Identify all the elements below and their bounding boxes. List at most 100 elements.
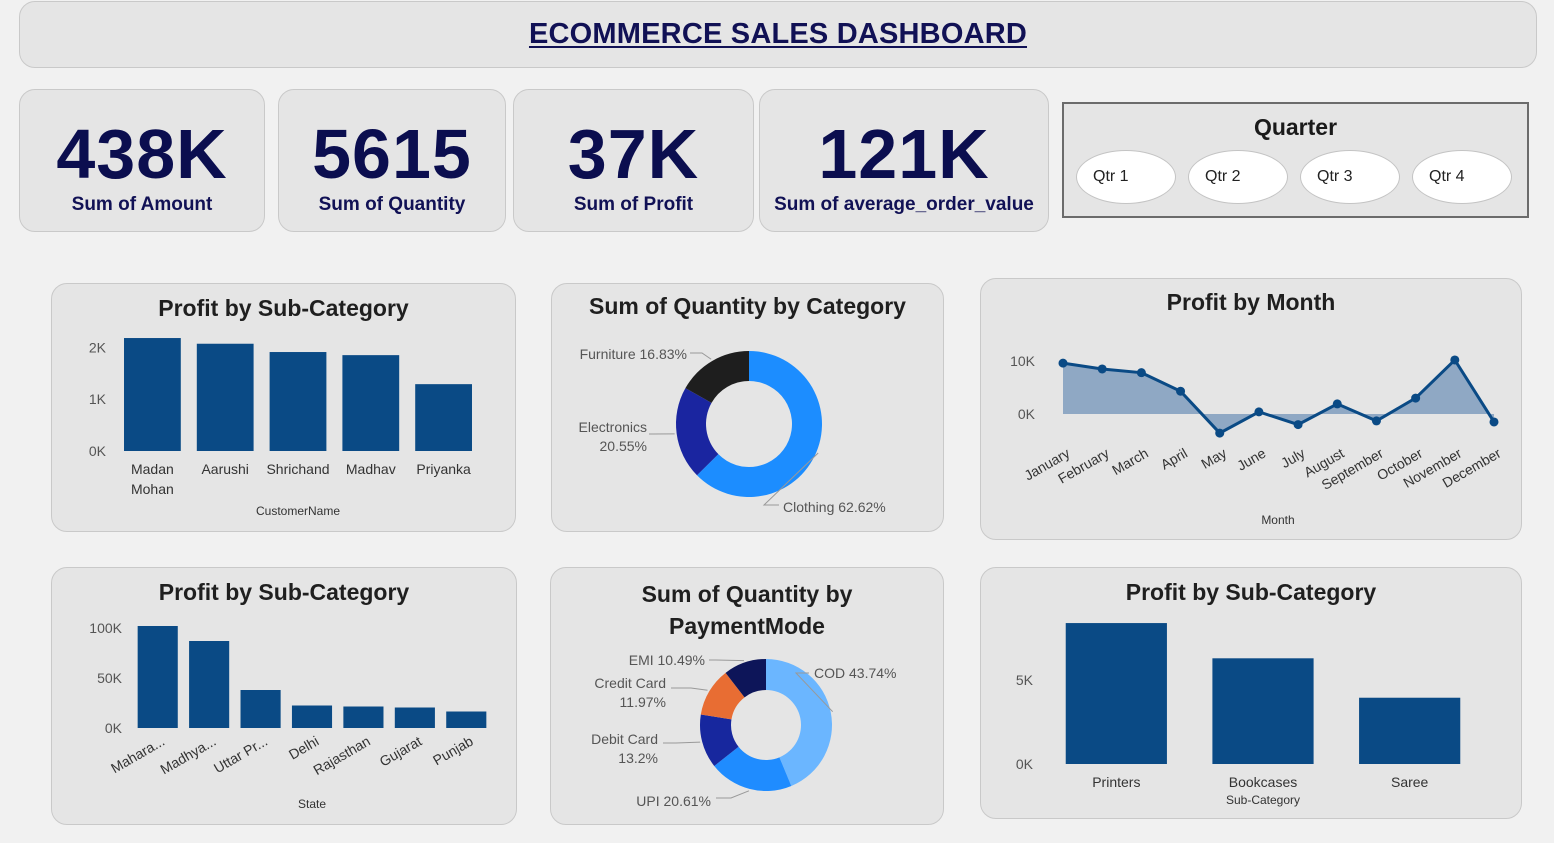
dashboard-title: ECOMMERCE SALES DASHBOARD	[528, 18, 1028, 50]
x-axis-label: Month	[1261, 513, 1294, 527]
data-label: Furniture 16.83%	[580, 346, 687, 362]
data-point	[1176, 386, 1186, 396]
x-tick-label: Madhav	[346, 461, 396, 477]
data-point	[1411, 393, 1421, 403]
data-point	[1097, 364, 1107, 374]
bar	[196, 343, 254, 451]
kpi-label: Sum of average_order_value	[774, 194, 1034, 215]
x-tick-label: Saree	[1391, 774, 1429, 790]
customer-bar-chart: 0K 1K 2K Madan Mohan Aarushi Shrichand Madhav Pr…	[89, 338, 472, 518]
quarter-slicer: Quarter Qtr 1 Qtr 2 Qtr 3 Qtr 4	[1062, 102, 1529, 218]
bar	[189, 641, 230, 728]
x-tick-label: Printers	[1092, 774, 1140, 790]
y-tick-label: 5K	[1016, 672, 1034, 688]
data-label: Clothing 62.62%	[783, 499, 886, 515]
x-tick-label: Priyanka	[416, 461, 471, 477]
bar	[342, 355, 400, 451]
x-tick-label: Bookcases	[1229, 774, 1297, 790]
data-label: 11.97%	[620, 694, 666, 710]
kpi-label: Sum of Amount	[71, 194, 213, 215]
x-axis-label: Sub-Category	[1226, 793, 1300, 807]
bar	[1359, 697, 1461, 764]
x-tick-label: Gujarat	[377, 733, 425, 770]
data-label: Electronics	[579, 419, 647, 435]
bar	[343, 706, 384, 728]
y-tick-label: 0K	[89, 443, 107, 459]
subcategory-bar-chart: 0K 5K Printers Bookcases Saree Sub-Category	[1016, 623, 1461, 807]
bar	[124, 338, 181, 451]
y-tick-label: 0K	[105, 720, 123, 736]
x-axis-label: State	[298, 797, 326, 811]
slicer-option-qtr-3[interactable]: Qtr 3	[1300, 150, 1400, 204]
category-donut-chart: Clothing 62.62% Electronics 20.55% Furnitur…	[579, 346, 886, 515]
slicer-title: Quarter	[1253, 114, 1338, 140]
kpi-value: 438K	[56, 115, 228, 193]
chart-card-category: Sum of Quantity by Category Clothing 62.…	[551, 283, 944, 532]
slicer-option-qtr-4[interactable]: Qtr 4	[1412, 150, 1512, 204]
data-label: UPI 20.61%	[636, 793, 711, 809]
slicer-option-qtr-2[interactable]: Qtr 2	[1188, 150, 1288, 204]
y-tick-label: 1K	[89, 391, 107, 407]
data-label: Credit Card	[594, 675, 666, 691]
x-tick-label: Mahara...	[108, 733, 167, 776]
x-tick-label: Punjab	[430, 733, 476, 769]
y-tick-label: 2K	[89, 339, 107, 355]
bar	[394, 707, 435, 728]
x-tick-label: Mohan	[131, 481, 174, 497]
month-area-chart: 0K10KJanuaryFebruaryMarch April May June Jul…	[1010, 353, 1504, 527]
x-tick-label: Madan	[131, 461, 174, 477]
bar	[1065, 623, 1167, 764]
chart-card-customer: Profit by Sub-Category 0K 1K 2K Madan Mohan A…	[51, 283, 516, 532]
data-label: 13.2%	[618, 750, 658, 766]
kpi-label: Sum of Quantity	[318, 194, 466, 215]
chart-card-state: Profit by Sub-Category 0K 50K 100K Mahara..…	[51, 567, 517, 825]
x-tick-label: April	[1158, 445, 1190, 473]
leader-line	[663, 741, 701, 744]
bar	[240, 690, 281, 728]
data-point	[1058, 358, 1068, 368]
data-point	[1254, 407, 1264, 417]
kpi-label: Sum of Profit	[573, 194, 694, 215]
x-tick-label: Delhi	[286, 733, 322, 763]
kpi-value: 5615	[312, 115, 472, 193]
kpi-card-quantity: 5615 Sum of Quantity	[278, 89, 506, 232]
leader-line	[716, 790, 750, 799]
kpi-card-aov: 121K Sum of average_order_value	[759, 89, 1049, 232]
x-tick-label: March	[1109, 445, 1151, 478]
chart-card-month: Profit by Month 0K 10K January February Marc…	[980, 278, 1522, 540]
y-tick-label: 100K	[89, 620, 122, 636]
y-tick-label: 0K	[1016, 756, 1034, 772]
leader-line	[709, 659, 745, 662]
y-tick-label: 10K	[1010, 353, 1036, 369]
dashboard-header: ECOMMERCE SALES DASHBOARD	[19, 1, 1537, 68]
kpi-card-amount: 438K Sum of Amount	[19, 89, 265, 232]
x-tick-label: June	[1234, 445, 1268, 474]
bar	[137, 626, 178, 728]
data-label: COD 43.74%	[814, 665, 896, 681]
x-axis-label: CustomerName	[256, 504, 340, 518]
x-tick-label: Uttar Pr...	[211, 733, 270, 776]
leader-line	[671, 687, 708, 691]
bar	[415, 384, 472, 451]
data-point	[1293, 420, 1303, 430]
data-point	[1371, 416, 1381, 426]
payment-donut-chart: COD 43.74% UPI 20.61% Debit Card 13.2% Credi…	[591, 652, 896, 809]
data-point	[1489, 417, 1499, 427]
y-tick-label: 50K	[97, 670, 123, 686]
bar	[291, 705, 333, 728]
bar	[269, 352, 327, 451]
leader-line	[690, 352, 712, 360]
data-label: 20.55%	[600, 438, 647, 454]
state-bar-chart: 0K 50K 100K Mahara...Madhya...Uttar Pr... De…	[89, 620, 487, 811]
data-point	[1450, 355, 1460, 365]
slicer-option-qtr-1[interactable]: Qtr 1	[1076, 150, 1176, 204]
data-point	[1215, 428, 1225, 438]
bar	[1212, 658, 1314, 764]
kpi-value: 121K	[818, 115, 990, 193]
x-tick-label: Shrichand	[266, 461, 329, 477]
kpi-card-profit: 37K Sum of Profit	[513, 89, 754, 232]
bar	[446, 711, 487, 728]
data-point	[1332, 399, 1342, 409]
x-tick-label: Madhya...	[157, 733, 218, 778]
y-tick-label: 0K	[1018, 406, 1036, 422]
